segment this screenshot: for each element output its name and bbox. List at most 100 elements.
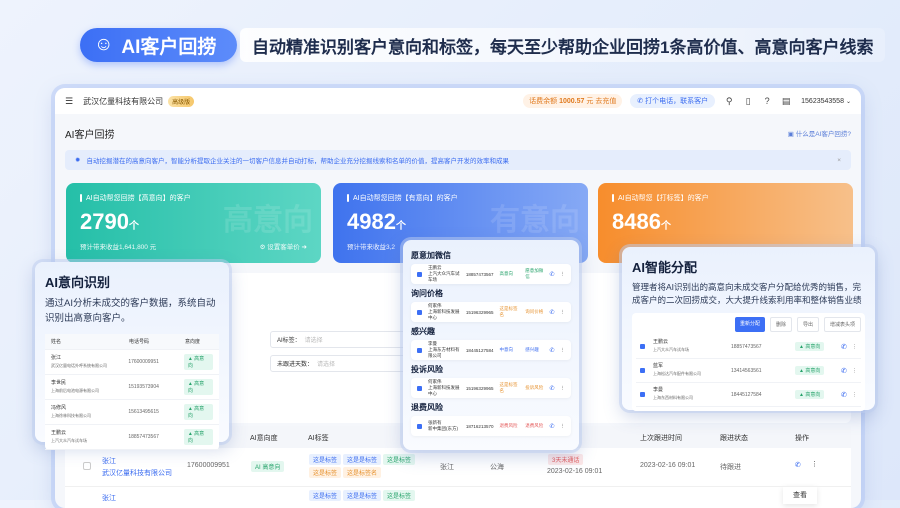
page-title: AI客户回捞 (65, 130, 115, 141)
company: 上汽大众汽车试车场 (51, 437, 87, 443)
export-button[interactable]: 导出 (796, 317, 819, 332)
tag: 这是标签名 (499, 382, 518, 393)
name: 李曼 (428, 341, 437, 346)
grid-icon[interactable]: ▤ (781, 96, 791, 107)
list-item: 张江 武汉亿量电话外呼系统有限公司 17600009951 ▲ 高意向 (45, 350, 219, 375)
close-icon[interactable]: × (837, 157, 841, 164)
help-icon[interactable]: ? (762, 96, 772, 106)
checkbox[interactable] (640, 368, 645, 373)
menu-icon[interactable]: ☰ (65, 96, 73, 107)
customer-name[interactable]: 张江 (102, 493, 116, 503)
phone: 18857473567 (465, 271, 494, 277)
filter-placeholder: 请选择 (304, 338, 323, 344)
more-icon[interactable]: ⋮ (561, 347, 566, 353)
tag: 这是是标签 (343, 490, 382, 501)
phone-icon[interactable]: ✆ (841, 343, 847, 351)
tag-section: 投诉风险 何家伟 上海新科技发展中心 15196329965 这是标签名 投诉风险 ✆ ⋮ (411, 364, 571, 398)
call-button[interactable]: ✆ 打个电话，联系客户 (630, 94, 716, 108)
company: 上海东西材料有限公司 (653, 395, 693, 400)
tag-text: 高意向 (805, 368, 821, 374)
name: 何家伟 (428, 379, 442, 384)
reassign-button[interactable]: 重新分配 (734, 317, 765, 332)
phone-icon[interactable]: ✆ (841, 391, 847, 399)
phone-icon[interactable]: ✆ (549, 271, 554, 278)
checkbox[interactable] (640, 344, 645, 349)
search-icon[interactable]: ⚲ (724, 96, 734, 107)
value-unit: 个 (395, 221, 406, 232)
popup-desc: 管理者将AI识别出的高意向未成交客户分配给优秀的销售，完成客户的二次回捞成交，大… (632, 282, 862, 305)
tag: 这是标签 (309, 467, 342, 478)
tag: 这是标签 (309, 490, 342, 501)
list-item: 王鹏云 上汽大众汽车试车场 18857473567 ▲ 高意向 ✆ ⋮ (636, 335, 861, 359)
checkbox[interactable] (417, 309, 422, 315)
popup-ai-assign: AI智能分配 管理者将AI识别出的高意向未成交客户分配给优秀的销售，完成客户的二… (622, 247, 875, 411)
filter-placeholder: 请选择 (317, 362, 336, 368)
tag-section: 询问价格 何家伟 上海新科技发展中心 15196329965 这是标签名 询问价格 ✆ ⋮ (411, 288, 571, 322)
tag: 这是标签 (309, 454, 342, 465)
name: 王鹏云 (653, 339, 669, 345)
phone-icon[interactable]: ✆ (841, 367, 847, 375)
col-header-sortable[interactable]: 上次跟进时间 (640, 433, 682, 443)
row-checkbox[interactable] (83, 462, 91, 470)
watermark: 有意向 (490, 204, 580, 237)
phone-icon[interactable]: ✆ (549, 309, 554, 316)
list-item: 蓝军 上海松达汽车配件有限公司 13414563561 ▲ 高意向 ✆ ⋮ (636, 359, 861, 383)
tag-section: 感兴趣 李曼 上海东方材料有限公司 18445127584 中意向 感兴趣 ✆ ⋮ (411, 326, 571, 360)
set-price-link[interactable]: ⚙ 设置客单价 ➜ (260, 241, 307, 251)
help-link[interactable]: ▣ 什么是AI客户回捞? (788, 128, 851, 138)
list-item: 冯修风 上海徐林科技有限公司 15613495615 ▲ 高意向 (45, 400, 219, 425)
tag: 这是是标签 (343, 454, 382, 465)
mini-table: 姓名 电话号码 意向度 张江 武汉亿量电话外呼系统有限公司 17600009951 ▲ 高… (45, 334, 219, 450)
phone: 18445127584 (731, 391, 762, 398)
phone-icon[interactable]: ✆ (795, 461, 801, 469)
checkbox[interactable] (417, 271, 422, 277)
card-title: AI自动帮您【打标签】的客户 (612, 193, 839, 203)
top-bar: ☰ 武汉亿量科技有限公司 高级版 话费余额 1000.57 元 去充值 ✆ 打个… (55, 88, 861, 114)
more-icon[interactable]: ⋮ (811, 460, 818, 468)
watermark: 高意向 (223, 204, 313, 237)
columns-button[interactable]: 增减表头项 (823, 317, 861, 332)
phone-icon[interactable]: ✆ (549, 385, 554, 392)
fee-label: 话费余额 (529, 98, 558, 105)
more-icon[interactable]: ⋮ (561, 385, 566, 391)
phone-icon[interactable]: ✆ (549, 347, 554, 354)
col-header: 跟进状态 (720, 435, 748, 442)
user-account[interactable]: 15623543558 (801, 98, 844, 105)
more-icon[interactable]: ⋮ (561, 271, 566, 277)
customer-phone: 17600009951 (187, 462, 230, 469)
list-item: 李曼 上海东西材料有限公司 18445127584 ▲ 高意向 ✆ ⋮ (636, 383, 861, 407)
tag: 高意向 (499, 271, 513, 276)
tag-section: 退费风险 张新有 新中集团(东方) 18716213570 退费风险 退费风险 ✆ ⋮ (411, 402, 571, 436)
checkbox[interactable] (417, 385, 422, 391)
card-high-intent: 高意向 AI自动帮您回捞【高意向】的客户 2790个 预计带来收益1,641,8… (66, 183, 321, 263)
phone-device-icon[interactable]: ▯ (743, 96, 753, 107)
more-icon[interactable]: ⋮ (561, 423, 566, 429)
checkbox[interactable] (640, 392, 645, 397)
value-number: 8486 (612, 209, 661, 234)
more-icon[interactable]: ⋮ (852, 368, 857, 374)
company: 新中集团(东方) (428, 426, 458, 431)
checkbox[interactable] (417, 347, 422, 353)
recharge-link[interactable]: 去充值 (595, 98, 616, 105)
owner: 张江 (440, 464, 454, 471)
chevron-down-icon[interactable]: ⌄ (846, 98, 851, 105)
tag-text: 高意向 (805, 344, 821, 350)
intent-tag: ▲ 高意向 (183, 354, 213, 370)
checkbox[interactable] (417, 423, 422, 429)
more-icon[interactable]: ⋮ (852, 344, 857, 350)
company: 武汉亿量电话外呼系统有限公司 (51, 362, 107, 368)
section-title: 投诉风险 (411, 365, 443, 374)
popup-ai-intent: AI意向识别 通过AI分析未成交的客户数据，系统自动识别出高意向客户。 姓名 电话… (35, 262, 229, 450)
customer-company[interactable]: 武汉亿量科技有限公司 (102, 468, 172, 478)
fee-unit: 元 (586, 98, 594, 105)
name: 张江 (51, 354, 62, 361)
user-search-icon: ☺ (94, 34, 114, 55)
customer-name[interactable]: 张江 (102, 456, 116, 466)
more-icon[interactable]: ⋮ (852, 392, 857, 398)
tag: 中意向 (499, 347, 513, 352)
delete-button[interactable]: 删除 (769, 317, 792, 332)
col-header: AI标签 (308, 435, 329, 442)
phone-icon[interactable]: ✆ (549, 423, 554, 430)
intent-tag: ▲ 高意向 (795, 342, 825, 351)
more-icon[interactable]: ⋮ (561, 309, 566, 315)
